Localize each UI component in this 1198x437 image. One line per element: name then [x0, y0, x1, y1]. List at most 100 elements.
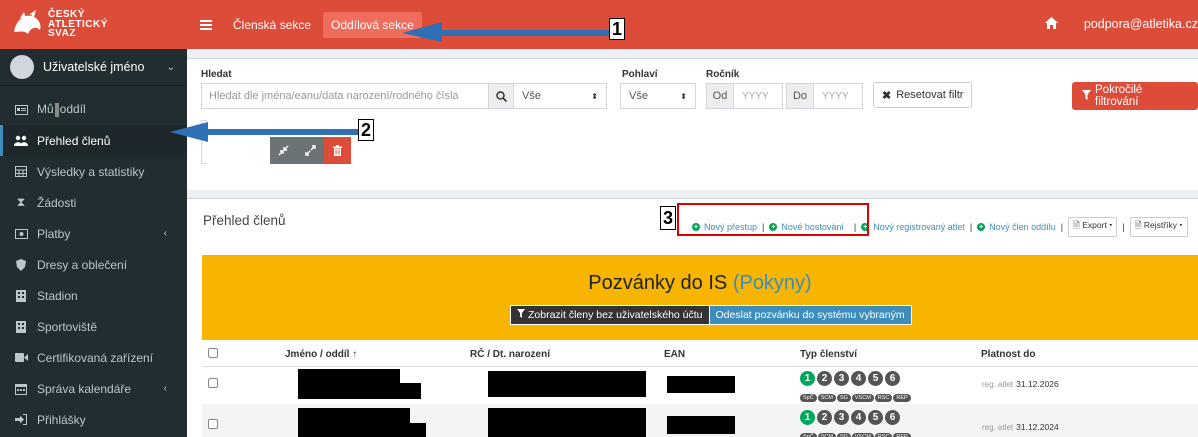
- advanced-filter-button[interactable]: Pokročilé filtrování: [1072, 82, 1198, 110]
- validity-date: 31.12.2026: [1016, 379, 1059, 389]
- table-row[interactable]: 123456 SpČ SCM SG VSCM RSC REP reg. atlet 31.1…: [202, 367, 1198, 404]
- sidebar-item-jerseys[interactable]: Dresy a oblečení: [0, 249, 187, 280]
- chevron-left-icon: ‹: [163, 228, 167, 239]
- redacted-birth: [488, 371, 646, 397]
- sidebar-item-requests[interactable]: ⧗ Žádosti: [0, 187, 187, 218]
- annotation-highlight-box: [677, 203, 869, 236]
- menu-toggle-icon[interactable]: [200, 18, 212, 32]
- page-title: Přehled členů: [203, 213, 286, 228]
- membership-badges: 123456 SpČ SCM SG VSCM RSC REP: [800, 370, 912, 402]
- membership-badge: 1: [800, 410, 815, 425]
- membership-badge: 5: [868, 371, 883, 386]
- export-dropdown[interactable]: 🗎 Export ▾: [1068, 217, 1118, 237]
- sidebar-item-certified-devices[interactable]: Certifikovaná zařízení: [0, 342, 187, 373]
- column-membership[interactable]: Typ členství: [800, 349, 857, 360]
- top-navbar: Členská sekce Oddílová sekce podpora@atl…: [187, 0, 1198, 49]
- separator: |: [969, 222, 973, 232]
- search-input[interactable]: Hledat dle jména/eanu/data narození/rodn…: [201, 83, 489, 109]
- search-scope-value: Vše: [522, 90, 541, 102]
- validity-date: 31.12.2024: [1016, 422, 1059, 432]
- sidebar-item-label: Certifikovaná zařízení: [37, 350, 154, 365]
- redacted-club: [298, 383, 421, 399]
- search-icon[interactable]: [488, 83, 514, 109]
- table-row[interactable]: 123456 SpČ SCM SG VSCM RSC REP reg. atlet 31.1…: [202, 404, 1198, 437]
- membership-tag: RSC: [874, 394, 893, 402]
- table-icon: [14, 166, 28, 178]
- new-registered-athlete-label: Nový registrovaný atlet: [873, 222, 965, 232]
- column-name[interactable]: Jméno / oddíl ↑: [285, 349, 357, 360]
- validity: reg. atlet 31.12.2024: [982, 422, 1059, 432]
- membership-badge: 5: [868, 410, 883, 425]
- column-birth[interactable]: RČ / Dt. narození: [470, 349, 550, 360]
- separator: |: [1122, 222, 1125, 232]
- send-invitation-button[interactable]: Odeslat pozvánku do systému vybraným: [709, 305, 912, 325]
- year-from-label: Od: [706, 83, 734, 109]
- logo[interactable]: ČESKÝ ATLETICKÝ SVAZ: [0, 0, 187, 49]
- chevron-left-icon: ‹: [163, 383, 167, 394]
- sidebar-item-sport-venues[interactable]: Sportoviště: [0, 311, 187, 342]
- reset-filter-button[interactable]: ✖ Resetovat filtr: [873, 82, 973, 108]
- sidebar-item-label: Žádosti: [37, 195, 77, 210]
- instructions-link[interactable]: (Pokyny): [733, 272, 812, 294]
- advanced-filter-label: Pokročilé filtrování: [1095, 84, 1143, 108]
- membership-tag: SG: [836, 394, 851, 402]
- sidebar: ČESKÝ ATLETICKÝ SVAZ Uživatelské jméno ⌄…: [0, 0, 187, 437]
- column-ean[interactable]: EAN: [664, 349, 685, 360]
- new-registered-athlete-link[interactable]: + Nový registrovaný atlet: [861, 222, 965, 232]
- select-arrows-icon: ⬍: [591, 91, 598, 101]
- membership-tag: REP: [893, 394, 911, 402]
- tab-member-section[interactable]: Členská sekce: [225, 12, 319, 38]
- new-club-member-link[interactable]: + Nový člen oddílu: [977, 222, 1056, 232]
- search-scope-select[interactable]: Vše ⬍: [513, 83, 607, 109]
- membership-badge: 4: [851, 410, 866, 425]
- sidebar-item-calendar[interactable]: Správa kalendáře ‹: [0, 373, 187, 404]
- sidebar-item-label: Výsledky a statistiky: [37, 164, 145, 179]
- sidebar-item-payments[interactable]: Platby ‹: [0, 218, 187, 249]
- year-to-input[interactable]: YYYY: [813, 83, 863, 109]
- filter-icon: [1082, 89, 1091, 103]
- sidebar-item-members-overview[interactable]: Přehled členů: [0, 125, 187, 156]
- redacted-ean: [667, 416, 735, 434]
- gender-select[interactable]: Vše ⬍: [620, 83, 696, 109]
- row-checkbox[interactable]: [208, 378, 218, 388]
- row-checkbox[interactable]: [208, 419, 218, 429]
- membership-badge: 2: [817, 371, 832, 386]
- registers-dropdown[interactable]: 🗎 Rejstříky ▾: [1129, 217, 1188, 237]
- membership-tag: SpČ: [800, 433, 817, 437]
- plus-circle-icon: +: [977, 223, 986, 231]
- sidebar-item-registrations[interactable]: Přihlášky: [0, 404, 187, 435]
- year-label: Ročník: [706, 69, 740, 80]
- brand-text: ČESKÝ ATLETICKÝ SVAZ: [48, 9, 108, 40]
- home-icon[interactable]: [1045, 17, 1058, 32]
- support-email-link[interactable]: podpora@atletika.cz: [1084, 17, 1198, 31]
- annotation-arrow-1: [402, 22, 615, 42]
- sidebar-item-results[interactable]: Výsledky a statistiky: [0, 156, 187, 187]
- validity-label: reg. atlet: [982, 380, 1014, 389]
- membership-tag: VSCM: [851, 433, 874, 437]
- user-name: Uživatelské jméno: [43, 60, 145, 74]
- reset-filter-label: Resetovat filtr: [896, 89, 964, 101]
- file-icon: 🗎: [1073, 220, 1080, 230]
- annotation-number-3: 3: [660, 206, 676, 230]
- user-panel[interactable]: Uživatelské jméno ⌄: [0, 49, 187, 86]
- annotation-arrow-2: [170, 122, 363, 142]
- membership-badge: 1: [800, 371, 815, 386]
- building-icon: [14, 320, 28, 333]
- redacted-name: [298, 408, 410, 423]
- year-from-input[interactable]: YYYY: [733, 83, 783, 109]
- select-all-checkbox[interactable]: [208, 348, 218, 358]
- sidebar-item-my-club[interactable]: Mů oddíl: [0, 94, 187, 125]
- gender-label: Pohlaví: [622, 69, 658, 80]
- redacted-birth: [488, 408, 646, 437]
- invitations-banner: Pozvánky do IS (Pokyny) Zobrazit členy b…: [202, 255, 1198, 340]
- money-icon: [14, 228, 28, 240]
- select-arrows-icon: ⬍: [680, 91, 687, 101]
- redacted-ean: [667, 376, 735, 393]
- column-validity[interactable]: Platnost do: [981, 349, 1035, 360]
- validity: reg. atlet 31.12.2026: [982, 379, 1059, 389]
- search-label: Hledat: [201, 69, 232, 80]
- show-members-without-account-button[interactable]: Zobrazit členy bez uživatelského účtu: [510, 305, 710, 325]
- sidebar-item-stadium[interactable]: Stadion: [0, 280, 187, 311]
- sidebar-item-label: Správa kalendáře: [37, 381, 132, 396]
- hourglass-icon: ⧗: [16, 195, 26, 209]
